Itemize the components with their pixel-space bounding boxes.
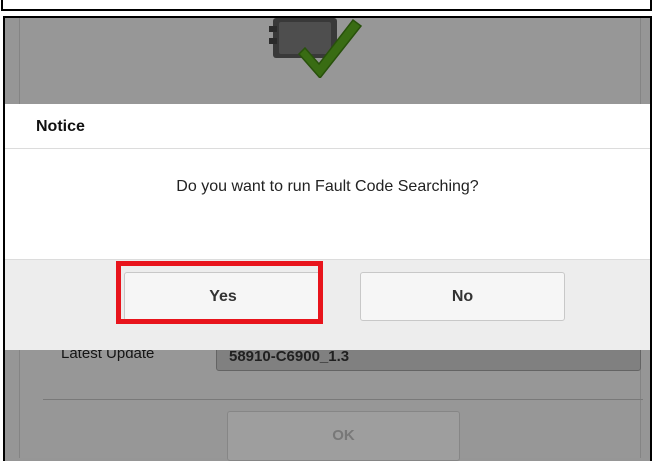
no-button[interactable]: No [360, 272, 565, 321]
top-frame-strip [1, 0, 652, 11]
notice-dialog: Notice Do you want to run Fault Code Sea… [5, 104, 650, 350]
dialog-button-bar: Yes No [5, 259, 650, 350]
dialog-title-bar: Notice [5, 104, 650, 149]
dialog-title: Notice [36, 118, 85, 135]
device-screen: Latest Update 58910-C6900_1.3 OK Notice … [3, 16, 652, 461]
dialog-message: Do you want to run Fault Code Searching? [176, 178, 479, 195]
yes-button[interactable]: Yes [124, 272, 322, 321]
